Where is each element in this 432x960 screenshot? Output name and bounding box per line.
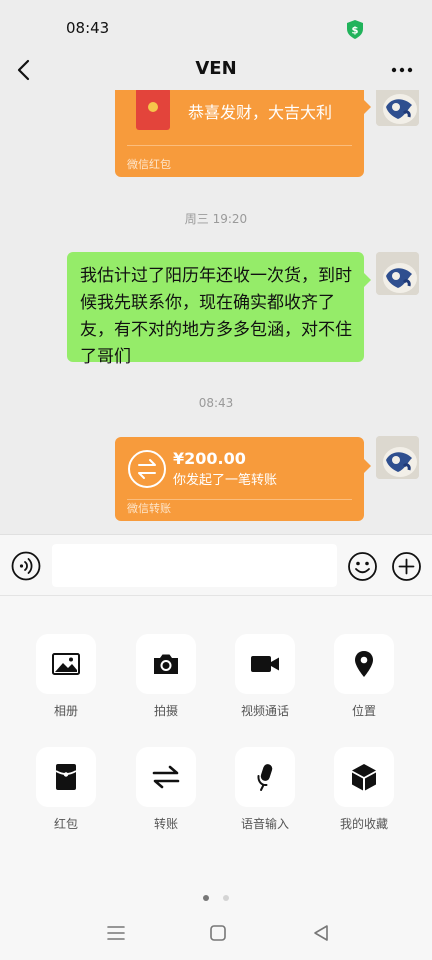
time-separator: 08:43: [198, 396, 234, 410]
transfer-amount: ¥200.00: [173, 449, 246, 468]
bubble-tail: [364, 459, 371, 473]
red-packet-icon: [55, 764, 77, 790]
avatar-image: [376, 436, 419, 479]
status-time: 08:43: [66, 19, 110, 37]
tool-label: 视频通话: [240, 704, 289, 718]
transfer-description: 你发起了一笔转账: [173, 473, 278, 488]
text-message-bubble[interactable]: 我估计过了阳历年还收一次货，到时候我先联系你，现在确实都收齐了友，有不对的地方多…: [67, 252, 364, 367]
tool-label: 位置: [351, 704, 376, 718]
transfer-arrows-icon: [128, 450, 166, 488]
tool-label: 相册: [53, 704, 78, 718]
transfer-footer: 微信转账: [127, 502, 171, 515]
tool-red-packet[interactable]: 红包: [21, 747, 111, 832]
page-dot[interactable]: [222, 895, 229, 901]
tool-label: 拍摄: [153, 704, 178, 718]
bubble-tail: [364, 100, 371, 114]
input-bar: [0, 534, 432, 596]
bubble-tail: [364, 273, 371, 287]
tool-label: 红包: [53, 817, 78, 831]
red-packet-envelope-icon: [136, 90, 170, 130]
transfer-message[interactable]: ¥200.00 你发起了一笔转账 微信转账: [115, 437, 364, 521]
page-dot[interactable]: [203, 895, 210, 901]
time-separator: 周三 19:20: [184, 212, 248, 226]
favorites-cube-icon: [352, 764, 376, 791]
tool-tile: [136, 747, 196, 807]
shield-dollar-icon: $: [347, 20, 363, 39]
tool-video-call[interactable]: 视频通话: [220, 634, 310, 719]
transfer-icon: [152, 765, 180, 789]
tool-album[interactable]: 相册: [21, 634, 111, 719]
avatar[interactable]: [376, 436, 419, 479]
avatar[interactable]: [376, 252, 419, 295]
avatar-image: [376, 90, 419, 126]
more-functions-panel: 相册 拍摄 视频通话 位置 红包 转账 语音输入 我的收藏: [0, 596, 432, 906]
divider: [127, 145, 352, 146]
microphone-icon: [257, 764, 273, 791]
tool-transfer[interactable]: 转账: [121, 747, 211, 832]
message-list[interactable]: 恭喜发财，大吉大利 微信红包 周三 19:20 我估计过了阳历年还收一次货，到时…: [0, 90, 432, 534]
tool-favorites[interactable]: 我的收藏: [319, 747, 409, 832]
image-icon: [52, 653, 80, 675]
video-call-icon: [251, 656, 279, 672]
tool-tile: [36, 747, 96, 807]
more-dots-icon[interactable]: [388, 58, 416, 82]
message-text: 我估计过了阳历年还收一次货，到时候我先联系你，现在确实都收齐了友，有不对的地方多…: [80, 266, 352, 367]
status-bar: 08:43 $: [0, 0, 432, 50]
tool-tile: [235, 747, 295, 807]
tool-location[interactable]: 位置: [319, 634, 409, 719]
svg-text:$: $: [352, 26, 359, 37]
voice-icon[interactable]: [11, 551, 41, 581]
avatar[interactable]: [376, 90, 419, 126]
tool-tile: [136, 634, 196, 694]
page-indicator: [0, 886, 432, 905]
chat-title: VEN: [195, 58, 237, 79]
red-packet-message[interactable]: 恭喜发财，大吉大利 微信红包: [115, 90, 364, 177]
tool-tile: [36, 634, 96, 694]
tool-voice-input[interactable]: 语音输入: [220, 747, 310, 832]
menu-icon[interactable]: [105, 922, 127, 944]
home-icon[interactable]: [207, 922, 229, 944]
avatar-image: [376, 252, 419, 295]
chat-header: VEN: [0, 50, 432, 90]
system-navigation-bar: [0, 906, 432, 960]
tool-camera[interactable]: 拍摄: [121, 634, 211, 719]
back-triangle-icon[interactable]: [310, 922, 332, 944]
camera-icon: [154, 654, 178, 674]
emoji-icon[interactable]: [347, 551, 378, 582]
plus-icon[interactable]: [391, 551, 422, 582]
tool-label: 语音输入: [240, 817, 289, 831]
tool-label: 我的收藏: [339, 817, 388, 831]
red-packet-greeting: 恭喜发财，大吉大利: [188, 103, 333, 122]
tool-tile: [235, 634, 295, 694]
tool-label: 转账: [153, 817, 178, 831]
message-input[interactable]: [52, 544, 337, 587]
location-icon: [355, 651, 373, 677]
tool-tile: [334, 634, 394, 694]
tool-tile: [334, 747, 394, 807]
red-packet-footer: 微信红包: [127, 158, 171, 171]
